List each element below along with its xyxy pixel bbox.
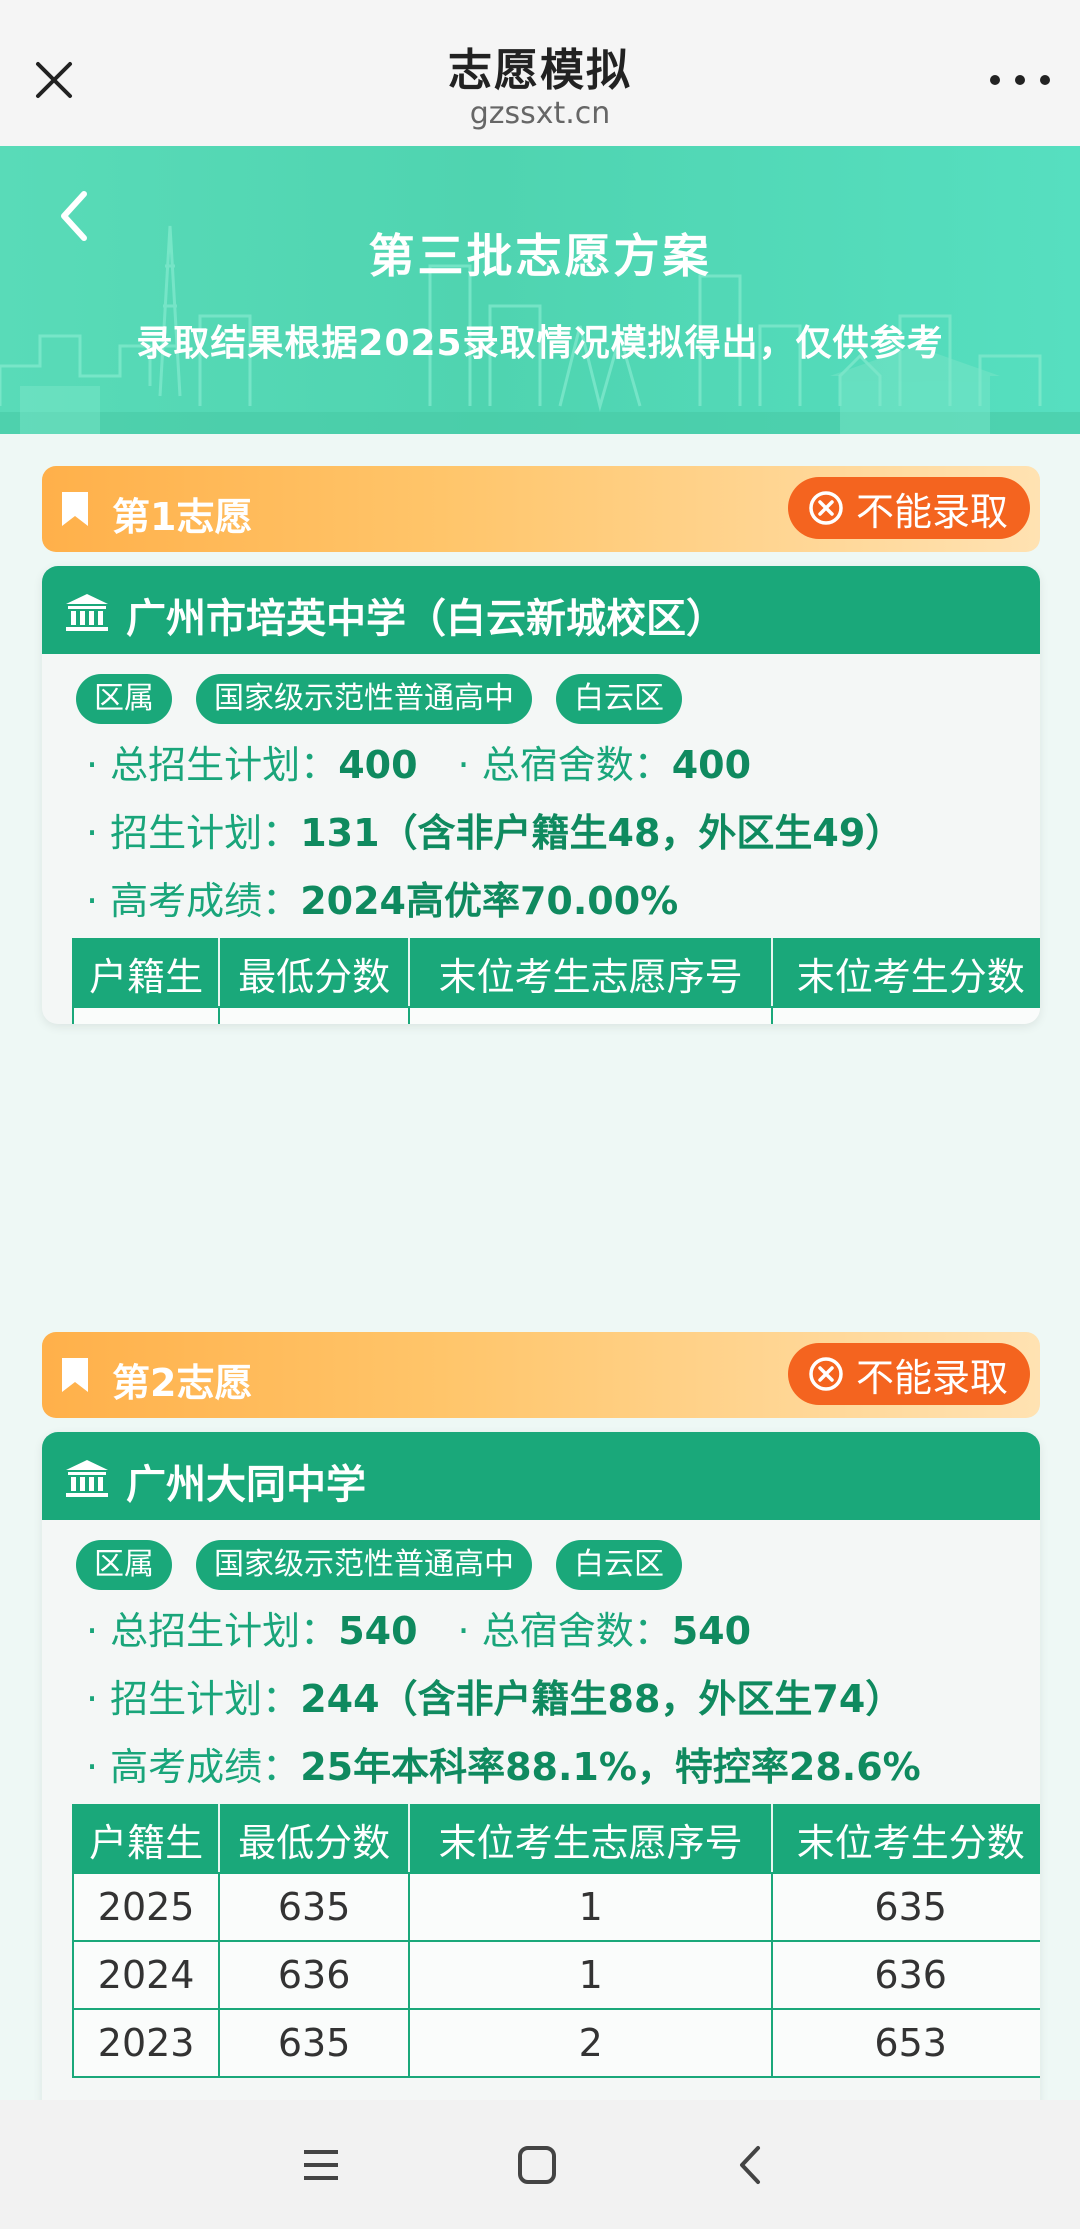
school-card: 广州大同中学 区属 国家级示范性普通高中 白云区 · 总招生计划：540 · 总宿…	[42, 1432, 1040, 2100]
bookmark-icon	[62, 1358, 88, 1392]
table-cell: 2	[407, 2008, 774, 2078]
info-gaokao: · 高考成绩：25年本科率88.1%，特控率28.6%	[86, 1745, 921, 1789]
info-total-plan: · 总招生计划：540 · 总宿舍数：540	[86, 1609, 752, 1653]
tag: 区属	[76, 674, 172, 724]
table-cell: 2025	[71, 1872, 221, 1942]
menu-icon[interactable]	[296, 2140, 346, 2190]
column-header: 末位考生分数	[771, 938, 1040, 1008]
table-row: 2023 635 2 653	[71, 2008, 1040, 2078]
column-header: 末位考生分数	[771, 1804, 1040, 1874]
cancel-circle-icon	[809, 491, 843, 525]
browser-title-bar: 志愿模拟 gzssxt.cn	[0, 0, 1080, 146]
page-url: gzssxt.cn	[469, 96, 611, 131]
table-cell: 707	[218, 1006, 410, 1024]
table-cell: 636	[218, 1940, 410, 2010]
status-badge[interactable]: 不能录取	[787, 477, 1030, 539]
table-cell: 1	[407, 1940, 774, 2010]
school-building-icon	[66, 1460, 108, 1497]
info-plan: · 招生计划：244（含非户籍生88，外区生74）	[86, 1677, 904, 1721]
table-cell: 635	[218, 2008, 410, 2078]
tag: 白云区	[556, 674, 682, 724]
table-header-row: 户籍生 最低分数 末位考生志愿序号 末位考生分数	[71, 1804, 1040, 1874]
bookmark-icon	[62, 492, 88, 526]
city-skyline-illustration	[0, 225, 1080, 434]
tag: 区属	[76, 1540, 172, 1590]
system-nav-bar	[0, 2100, 1080, 2229]
back-icon[interactable]	[726, 2140, 776, 2190]
school-tags: 区属 国家级示范性普通高中 白云区	[76, 674, 682, 724]
info-total-plan: · 总招生计划：400 · 总宿舍数：400	[86, 743, 752, 787]
choice-label: 第2志愿	[112, 1361, 253, 1405]
column-header: 户籍生	[71, 938, 221, 1008]
tag: 白云区	[556, 1540, 682, 1590]
info-gaokao: · 高考成绩：2024高优率70.00%	[86, 879, 679, 923]
tag: 国家级示范性普通高中	[196, 1540, 532, 1590]
table-cell: 653	[771, 2008, 1040, 2078]
table-row: 2024 636 1 636	[71, 1940, 1040, 2010]
school-building-icon	[66, 594, 108, 631]
column-header: 户籍生	[71, 1804, 221, 1874]
choice-label: 第1志愿	[112, 495, 253, 539]
table-cell: 2023	[71, 2008, 221, 2078]
table-header-row: 户籍生 最低分数 末位考生志愿序号 末位考生分数	[71, 938, 1040, 1008]
choice-header: 第2志愿 不能录取	[42, 1332, 1040, 1418]
score-table: 户籍生 最低分数 末位考生志愿序号 末位考生分数 202570727262024…	[71, 938, 1040, 1024]
table-row: 20257072726	[71, 1006, 1040, 1024]
info-plan: · 招生计划：131（含非户籍生48，外区生49）	[86, 811, 904, 855]
school-tags: 区属 国家级示范性普通高中 白云区	[76, 1540, 682, 1590]
column-header: 最低分数	[218, 938, 410, 1008]
table-cell: 2024	[71, 1940, 221, 2010]
table-row: 2025 635 1 635	[71, 1872, 1040, 1942]
tag: 国家级示范性普通高中	[196, 674, 532, 724]
column-header: 最低分数	[218, 1804, 410, 1874]
table-cell: 2025	[71, 1006, 221, 1024]
page-title: 志愿模拟	[448, 45, 632, 96]
table-cell: 636	[771, 1940, 1040, 2010]
page-content: 第三批志愿方案 录取结果根据2025录取情况模拟得出，仅供参考 第1志愿 不能录…	[0, 146, 1080, 2100]
table-cell: 726	[771, 1006, 1040, 1024]
table-cell: 635	[771, 1872, 1040, 1942]
school-name: 广州市培英中学（白云新城校区）	[126, 596, 726, 642]
column-header: 末位考生志愿序号	[407, 1804, 774, 1874]
status-badge[interactable]: 不能录取	[787, 1343, 1030, 1405]
status-text: 不能录取	[855, 1355, 1008, 1400]
table-cell: 635	[218, 1872, 410, 1942]
school-card: 广州市培英中学（白云新城校区） 区属 国家级示范性普通高中 白云区 · 总招生计…	[42, 566, 1040, 1024]
plan-subtitle: 录取结果根据2025录取情况模拟得出，仅供参考	[136, 323, 944, 364]
cancel-circle-icon	[809, 1357, 843, 1391]
score-table: 户籍生 最低分数 末位考生志愿序号 末位考生分数 2025 635 1 635 2024…	[71, 1804, 1040, 2078]
school-card-header: 广州市培英中学（白云新城校区）	[42, 566, 1040, 654]
school-name: 广州大同中学	[126, 1462, 366, 1508]
table-cell: 2	[407, 1006, 774, 1024]
status-text: 不能录取	[855, 489, 1008, 534]
more-options-icon[interactable]	[990, 70, 1050, 90]
choice-header: 第1志愿 不能录取	[42, 466, 1040, 552]
hero-banner: 第三批志愿方案 录取结果根据2025录取情况模拟得出，仅供参考	[0, 146, 1080, 434]
column-header: 末位考生志愿序号	[407, 938, 774, 1008]
home-icon[interactable]	[512, 2140, 562, 2190]
plan-title: 第三批志愿方案	[368, 229, 712, 283]
school-card-header: 广州大同中学	[42, 1432, 1040, 1520]
table-cell: 1	[407, 1872, 774, 1942]
